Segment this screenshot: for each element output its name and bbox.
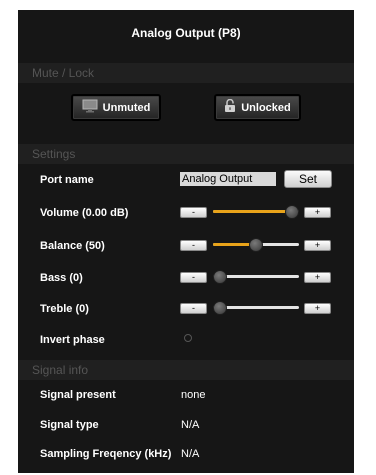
- sampling-frequency-value: N/A: [181, 448, 200, 460]
- mute-button-label: Unmuted: [102, 101, 151, 114]
- treble-increase-button[interactable]: +: [304, 303, 331, 314]
- signal-present-label: Signal present: [40, 389, 116, 401]
- section-header-settings: Settings: [18, 144, 354, 164]
- volume-label: Volume (0.00 dB): [40, 207, 129, 219]
- port-name-label: Port name: [40, 174, 94, 186]
- slider-knob[interactable]: [249, 238, 263, 252]
- treble-slider[interactable]: [213, 301, 299, 315]
- mute-toggle-button[interactable]: Unmuted: [71, 94, 161, 121]
- slider-knob[interactable]: [285, 205, 299, 219]
- volume-decrease-button[interactable]: -: [180, 207, 207, 218]
- volume-slider[interactable]: [213, 205, 299, 219]
- section-header-mute-lock: Mute / Lock: [18, 63, 354, 83]
- set-port-name-button[interactable]: Set: [284, 170, 332, 188]
- treble-decrease-button[interactable]: -: [180, 303, 207, 314]
- sampling-frequency-label: Sampling Freqency (kHz): [40, 448, 172, 460]
- output-settings-panel: Analog Output (P8) Mute / Lock Unmuted U…: [18, 10, 354, 473]
- invert-phase-toggle[interactable]: [184, 334, 192, 342]
- port-name-input[interactable]: [180, 172, 276, 186]
- invert-phase-label: Invert phase: [40, 334, 105, 346]
- signal-type-value: N/A: [181, 419, 200, 431]
- slider-knob[interactable]: [213, 301, 227, 315]
- balance-label: Balance (50): [40, 240, 105, 252]
- lock-toggle-button[interactable]: Unlocked: [214, 94, 301, 121]
- unlocked-padlock-icon: [224, 98, 236, 116]
- lock-button-label: Unlocked: [241, 101, 291, 114]
- treble-label: Treble (0): [40, 303, 89, 315]
- section-header-signal-info: Signal info: [18, 360, 354, 380]
- balance-decrease-button[interactable]: -: [180, 240, 207, 251]
- balance-increase-button[interactable]: +: [304, 240, 331, 251]
- bass-label: Bass (0): [40, 272, 83, 284]
- signal-present-value: none: [181, 389, 206, 401]
- speaker-icon: [82, 99, 98, 116]
- bass-increase-button[interactable]: +: [304, 272, 331, 283]
- slider-fill: [213, 210, 292, 213]
- bass-decrease-button[interactable]: -: [180, 272, 207, 283]
- slider-knob[interactable]: [213, 270, 227, 284]
- page-title: Analog Output (P8): [131, 26, 241, 40]
- volume-increase-button[interactable]: +: [304, 207, 331, 218]
- bass-slider[interactable]: [213, 270, 299, 284]
- balance-slider[interactable]: [213, 238, 299, 252]
- signal-type-label: Signal type: [40, 419, 99, 431]
